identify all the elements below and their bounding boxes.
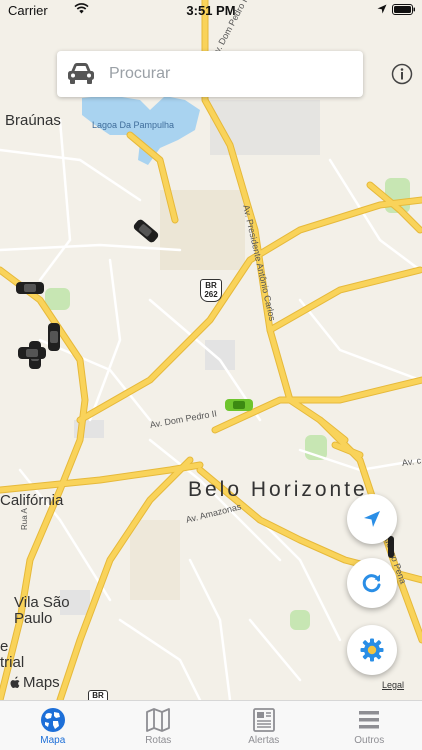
vehicle-marker[interactable]: [130, 218, 162, 244]
newspaper-icon: [252, 708, 275, 732]
map-label-vila-sao-paulo-2: Paulo: [14, 610, 53, 627]
tab-outros[interactable]: Outros: [317, 701, 422, 750]
vehicle-marker[interactable]: [46, 321, 62, 353]
vehicle-marker[interactable]: [14, 280, 46, 296]
globe-icon: [40, 708, 65, 732]
tab-mapa[interactable]: Mapa: [0, 701, 106, 750]
gear-icon: [360, 638, 384, 662]
navigation-arrow-icon: [364, 511, 380, 527]
map-label-rua-a: Rua A: [20, 508, 29, 530]
car-icon[interactable]: [65, 62, 97, 86]
vehicle-marker[interactable]: [16, 345, 48, 361]
br-shield-bottom: BR: [88, 690, 108, 700]
br262-shield: BR 262: [200, 279, 222, 302]
map-settings-button[interactable]: [347, 625, 397, 675]
search-bar: [57, 51, 413, 97]
status-time: 3:51 PM: [186, 3, 236, 18]
map-label-estrial-1: e: [0, 638, 9, 655]
map-label-estrial-2: trial: [0, 654, 25, 671]
battery-icon: [392, 4, 415, 15]
tab-label-rotas: Rotas: [145, 735, 172, 746]
apple-logo-icon: [10, 676, 20, 688]
tab-alertas[interactable]: Alertas: [211, 701, 317, 750]
refresh-button[interactable]: [347, 558, 397, 608]
tab-label-outros: Outros: [354, 735, 385, 746]
map-label-belo-horizonte: Belo Horizonte: [188, 478, 368, 501]
info-icon[interactable]: [391, 63, 413, 85]
apple-maps-brand: Maps: [9, 674, 60, 691]
tab-rotas[interactable]: Rotas: [106, 701, 212, 750]
location-arrow-icon: [377, 4, 387, 14]
legal-link[interactable]: Legal: [382, 680, 404, 690]
map-label-braunas: Braúnas: [5, 112, 61, 129]
map-icon: [146, 708, 171, 732]
map-label-vila-sao-paulo-1: Vila São: [14, 594, 70, 611]
tab-label-alertas: Alertas: [248, 735, 280, 746]
menu-icon: [359, 711, 380, 729]
tab-bar: Mapa Rotas Alertas Outros: [0, 700, 422, 750]
my-location-button[interactable]: [347, 494, 397, 544]
vehicle-marker-active[interactable]: [223, 397, 255, 413]
map-label-california: Califórnia: [0, 492, 64, 509]
refresh-icon: [362, 574, 381, 593]
map-label-lagoa: Lagoa Da Pampulha: [92, 120, 175, 130]
tab-label-mapa: Mapa: [40, 735, 66, 746]
status-bar: Carrier 3:51 PM: [0, 0, 422, 22]
search-input[interactable]: [109, 61, 329, 87]
